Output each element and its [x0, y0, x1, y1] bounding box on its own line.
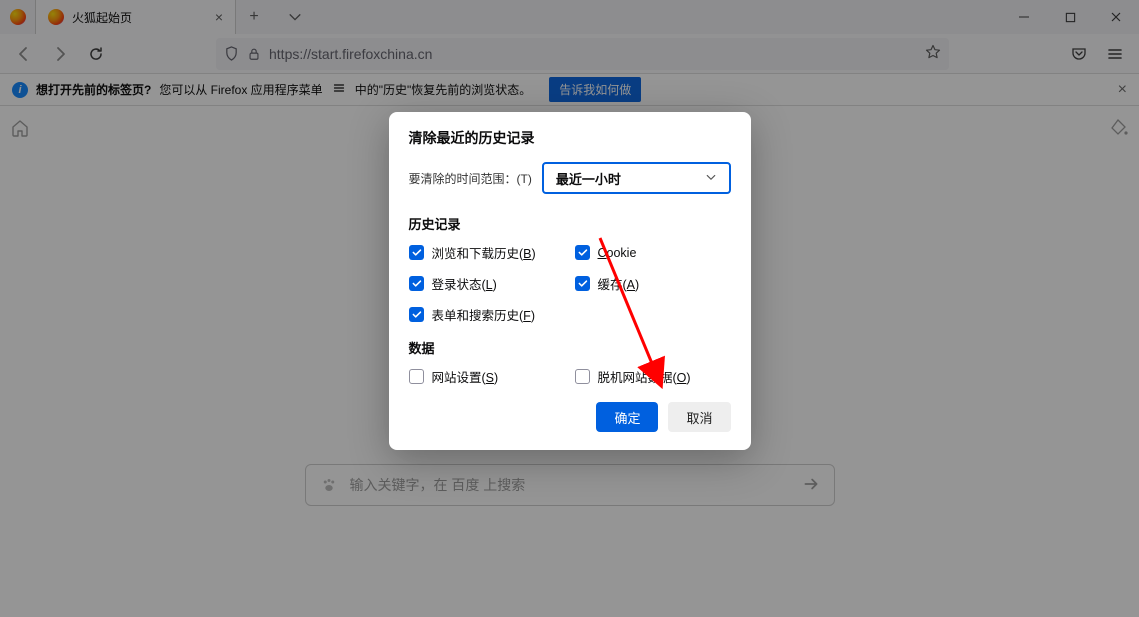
checkbox-form-search-history[interactable]: 表单和搜索历史(F): [409, 305, 565, 324]
checkbox-cookie[interactable]: Cookie: [575, 243, 731, 262]
checkbox-label: 登录状态(L): [432, 274, 497, 293]
chevron-down-icon: [705, 171, 717, 186]
checkbox-site-settings[interactable]: 网站设置(S): [409, 367, 565, 386]
checkbox-icon: [575, 369, 590, 384]
checkbox-login-state[interactable]: 登录状态(L): [409, 274, 565, 293]
checkbox-browse-download-history[interactable]: 浏览和下载历史(B): [409, 243, 565, 262]
checkbox-icon: [409, 276, 424, 291]
ok-button[interactable]: 确定: [596, 402, 658, 432]
checkbox-icon: [575, 245, 590, 260]
history-section-title: 历史记录: [409, 214, 731, 233]
checkbox-cache[interactable]: 缓存(A): [575, 274, 731, 293]
checkbox-icon: [575, 276, 590, 291]
time-range-value: 最近一小时: [556, 169, 621, 188]
time-range-label: 要清除的时间范围：(T): [409, 170, 532, 187]
checkbox-label: 浏览和下载历史(B): [432, 243, 536, 262]
clear-history-dialog: 清除最近的历史记录 要清除的时间范围：(T) 最近一小时 历史记录 浏览和下载历…: [389, 112, 751, 450]
time-range-select[interactable]: 最近一小时: [542, 162, 731, 194]
checkbox-label: Cookie: [598, 246, 637, 260]
checkbox-label: 网站设置(S): [432, 367, 499, 386]
checkbox-icon: [409, 369, 424, 384]
checkbox-label: 脱机网站数据(O): [598, 367, 691, 386]
checkbox-label: 表单和搜索历史(F): [432, 305, 535, 324]
checkbox-icon: [409, 245, 424, 260]
checkbox-offline-site-data[interactable]: 脱机网站数据(O): [575, 367, 731, 386]
checkbox-icon: [409, 307, 424, 322]
checkbox-label: 缓存(A): [598, 274, 640, 293]
data-section-title: 数据: [409, 338, 731, 357]
dialog-title: 清除最近的历史记录: [409, 128, 731, 148]
cancel-button[interactable]: 取消: [668, 402, 730, 432]
